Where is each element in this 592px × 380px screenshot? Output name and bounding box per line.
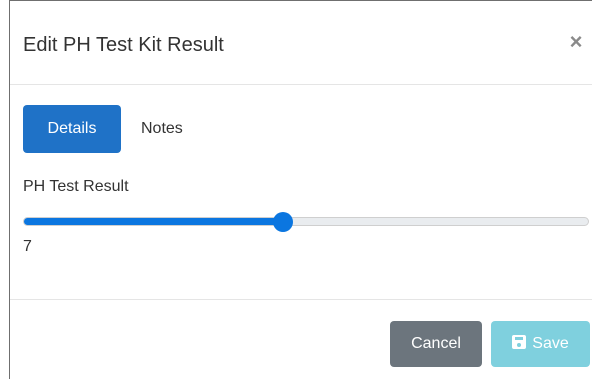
ph-value: 7 [23, 238, 32, 255]
ph-test-result-label: PH Test Result [23, 178, 129, 195]
edit-ph-dialog: Edit PH Test Kit Result × Details Notes … [9, 0, 592, 379]
tab-details[interactable]: Details [23, 105, 121, 153]
dialog-footer: Cancel Save [10, 299, 592, 380]
slider-thumb[interactable] [273, 212, 294, 232]
dialog-header: Edit PH Test Kit Result × [10, 1, 592, 85]
slider-fill [24, 218, 284, 225]
ph-slider[interactable] [23, 211, 589, 233]
cancel-button[interactable]: Cancel [390, 321, 482, 367]
close-icon[interactable]: × [566, 31, 586, 53]
dialog-title: Edit PH Test Kit Result [23, 34, 224, 56]
save-button-label: Save [532, 335, 569, 352]
floppy-disk-icon [512, 335, 527, 349]
tab-notes[interactable]: Notes [141, 105, 183, 153]
slider-track [23, 217, 589, 226]
save-button[interactable]: Save [491, 321, 590, 367]
